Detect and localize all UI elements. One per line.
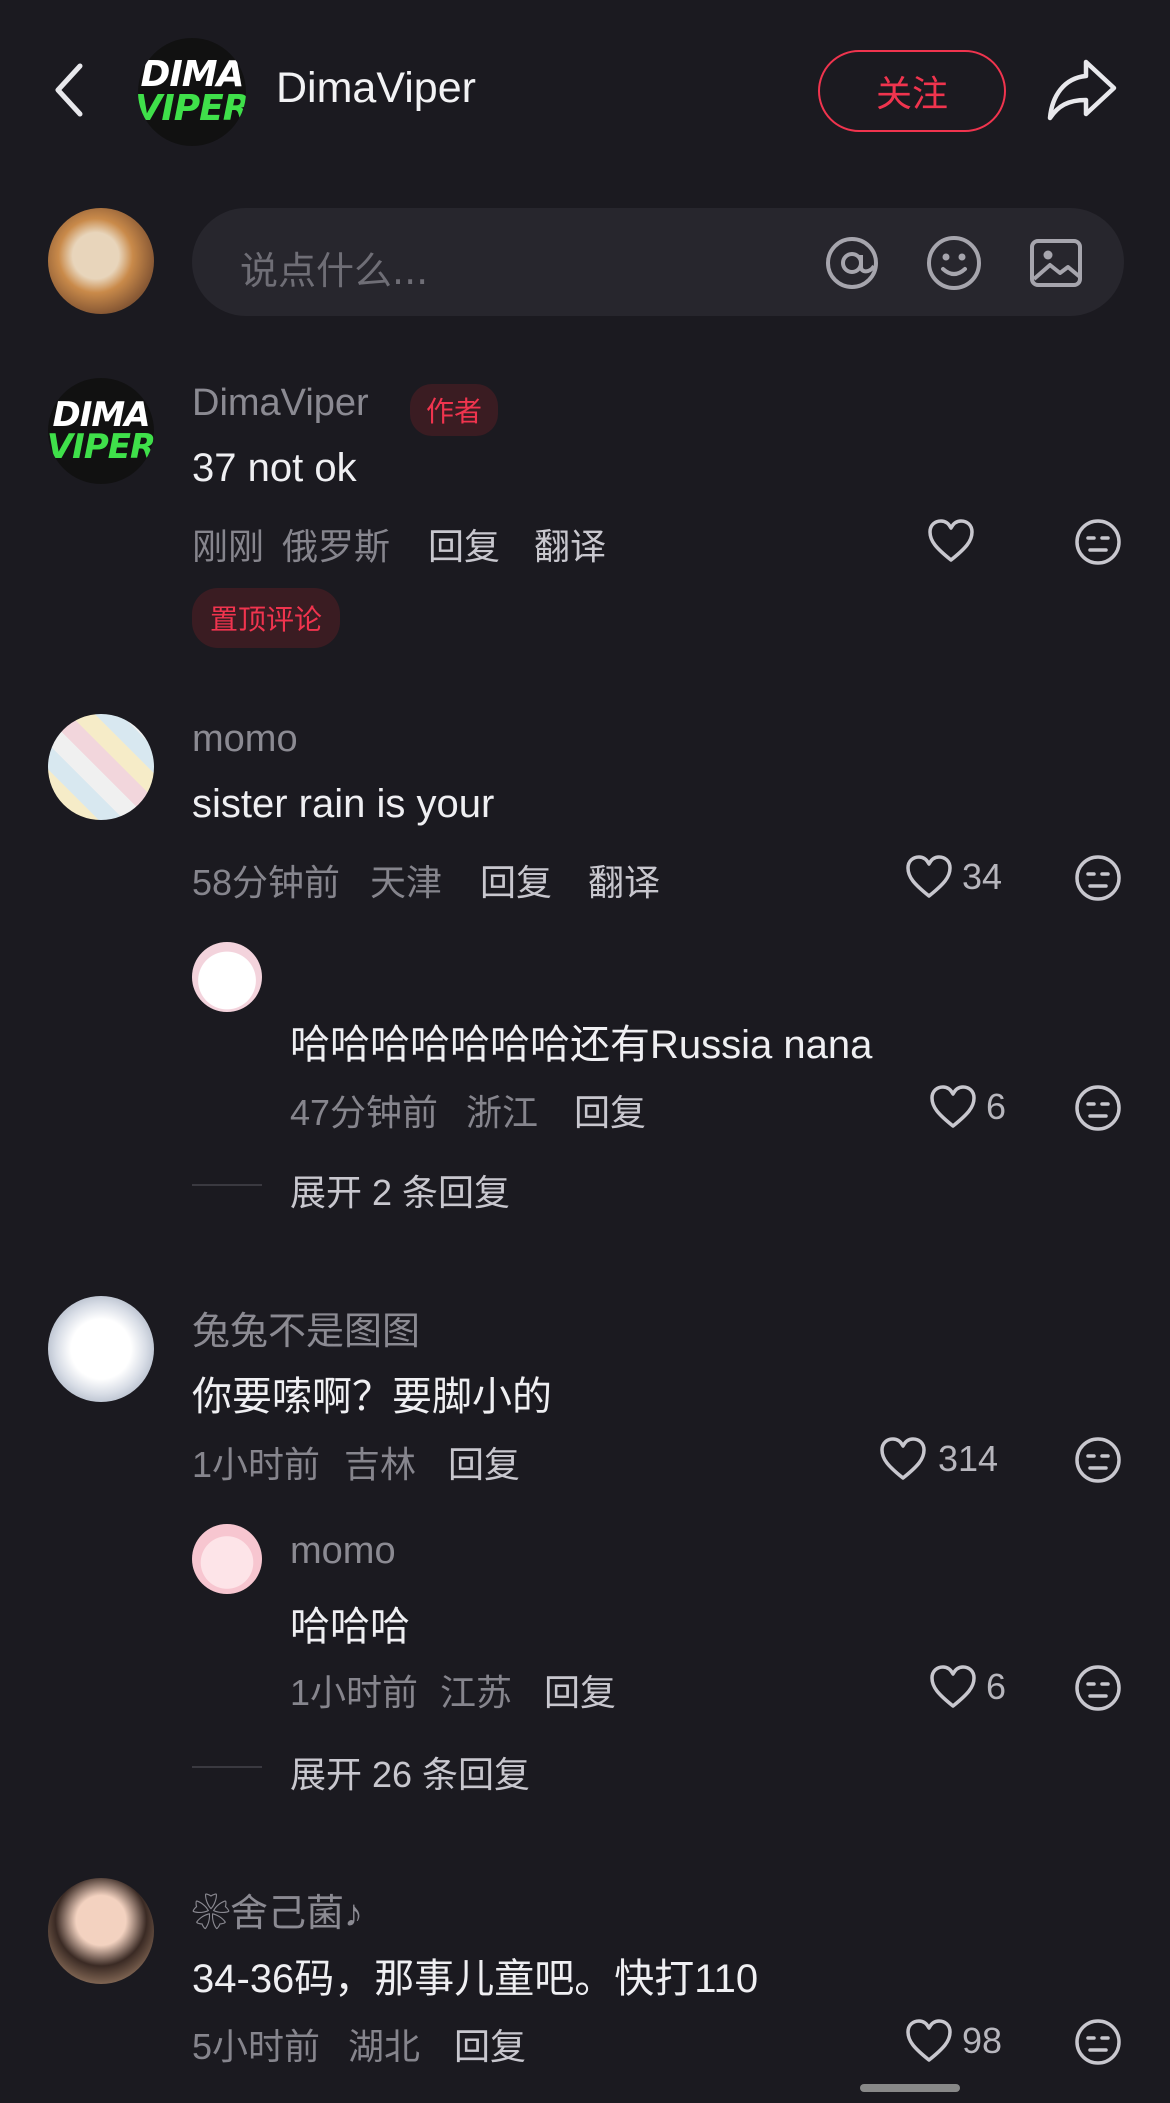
- at-icon[interactable]: [822, 233, 882, 293]
- comment-location: 俄罗斯: [282, 526, 391, 567]
- comment-input-placeholder: 说点什么...: [240, 249, 429, 293]
- expand-replies-button[interactable]: 展开 2 条回复: [290, 1164, 510, 1216]
- reply-location: 浙江: [466, 1092, 539, 1133]
- dislike-face-icon[interactable]: [1074, 1084, 1122, 1132]
- reply-location: 江苏: [440, 1672, 513, 1713]
- commenter-avatar[interactable]: [48, 1878, 154, 1984]
- commenter-name[interactable]: momo: [192, 718, 298, 761]
- logo-text-bottom: VIPER: [138, 88, 246, 129]
- emoji-icon[interactable]: [924, 233, 984, 293]
- reply-button[interactable]: 回复: [454, 2018, 526, 2070]
- dislike-face-icon[interactable]: [1074, 1664, 1122, 1712]
- follow-button[interactable]: 关注: [818, 50, 1006, 132]
- comment-text[interactable]: sister rain is your: [192, 782, 494, 827]
- expand-divider: [192, 1766, 262, 1768]
- comment-text[interactable]: 你要嗦啊？要脚小的: [192, 1364, 552, 1422]
- commenter-name[interactable]: 兔兔不是图图: [192, 1300, 420, 1355]
- dislike-face-icon[interactable]: [1074, 518, 1122, 566]
- heart-icon[interactable]: [904, 852, 954, 902]
- author-avatar[interactable]: DIMA VIPER: [138, 38, 246, 146]
- reply-button[interactable]: 回复: [544, 1664, 616, 1716]
- pinned-comment-badge: 置顶评论: [192, 588, 341, 648]
- heart-icon[interactable]: [928, 1662, 978, 1712]
- home-indicator: [860, 2084, 960, 2092]
- comment-time: 刚刚: [192, 526, 265, 567]
- my-avatar: [48, 208, 154, 314]
- heart-icon[interactable]: [878, 1434, 928, 1484]
- commenter-avatar[interactable]: DIMA VIPER: [48, 378, 154, 484]
- reply-time: 1小时前: [290, 1672, 419, 1713]
- like-count: 6: [986, 1086, 1007, 1127]
- author-name[interactable]: DimaViper: [276, 64, 476, 113]
- comment-text[interactable]: 37 not ok: [192, 446, 357, 491]
- reply-avatar[interactable]: [192, 1524, 262, 1594]
- reply-text[interactable]: 哈哈哈: [290, 1594, 410, 1652]
- commenter-name[interactable]: DimaViper: [192, 382, 369, 425]
- translate-button[interactable]: 翻译: [588, 854, 660, 906]
- expand-divider: [192, 1184, 262, 1186]
- logo-text-top: DIMA: [140, 54, 245, 95]
- reply-button[interactable]: 回复: [428, 518, 500, 570]
- logo-text-bottom: VIPER: [48, 427, 154, 467]
- reply-text[interactable]: 哈哈哈哈哈哈哈还有Russia nana: [290, 1012, 872, 1070]
- image-icon[interactable]: [1026, 233, 1086, 293]
- like-count: 34: [962, 856, 1003, 897]
- comment-time: 58分钟前: [192, 862, 341, 903]
- comment-time: 5小时前: [192, 2026, 321, 2067]
- commenter-name[interactable]: ❀舍己菌♪: [192, 1882, 363, 1937]
- dislike-face-icon[interactable]: [1074, 1436, 1122, 1484]
- commenter-avatar[interactable]: [48, 1296, 154, 1402]
- comment-location: 天津: [370, 862, 443, 903]
- like-count: 98: [962, 2020, 1003, 2061]
- dislike-face-icon[interactable]: [1074, 2018, 1122, 2066]
- reply-name[interactable]: momo: [290, 1530, 396, 1573]
- reply-button[interactable]: 回复: [448, 1436, 520, 1488]
- heart-icon[interactable]: [926, 516, 976, 566]
- like-count: 314: [938, 1438, 999, 1479]
- translate-button[interactable]: 翻译: [534, 518, 606, 570]
- comment-time: 1小时前: [192, 1444, 321, 1485]
- heart-icon[interactable]: [928, 1082, 978, 1132]
- like-count: 6: [986, 1666, 1007, 1707]
- author-tag: 作者: [410, 384, 499, 436]
- reply-button[interactable]: 回复: [480, 854, 552, 906]
- expand-replies-button[interactable]: 展开 26 条回复: [290, 1746, 530, 1798]
- comment-text[interactable]: 34-36码，那事儿童吧。快打110: [192, 1946, 758, 2004]
- dislike-face-icon[interactable]: [1074, 854, 1122, 902]
- comment-location: 湖北: [348, 2026, 421, 2067]
- commenter-avatar[interactable]: [48, 714, 154, 820]
- heart-icon[interactable]: [904, 2016, 954, 2066]
- comment-location: 吉林: [344, 1444, 417, 1485]
- reply-button[interactable]: 回复: [574, 1084, 646, 1136]
- back-chevron-icon[interactable]: [50, 60, 90, 120]
- share-arrow-icon[interactable]: [1046, 56, 1118, 122]
- reply-avatar[interactable]: [192, 942, 262, 1012]
- reply-time: 47分钟前: [290, 1092, 439, 1133]
